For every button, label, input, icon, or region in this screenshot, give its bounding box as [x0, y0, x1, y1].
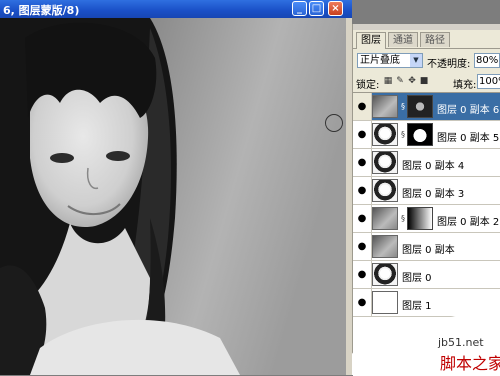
blend-row: 正片叠底 ▼ 不透明度: 80%: [353, 51, 500, 71]
blend-mode-select[interactable]: 正片叠底 ▼: [357, 53, 423, 68]
chevron-down-icon: ▼: [410, 54, 422, 67]
layer-name: 图层 0 副本 5: [437, 133, 500, 144]
watermark-url: jb51.net: [438, 336, 484, 349]
layer-thumbnail: [372, 123, 398, 146]
layer-mask-thumbnail[interactable]: [407, 123, 433, 146]
layer-name: 图层 0 副本 6: [437, 105, 500, 116]
layer-thumbnail: [372, 95, 398, 118]
layer-thumbnail: [372, 263, 398, 286]
eye-icon[interactable]: ●: [353, 177, 372, 204]
layer-row[interactable]: ● 图层 0: [353, 261, 500, 289]
fill-label: 填充:: [453, 80, 477, 91]
watermark-brand: 脚本之家: [440, 354, 500, 373]
eye-icon[interactable]: ●: [353, 233, 372, 260]
eye-icon[interactable]: ●: [353, 205, 372, 232]
layer-row[interactable]: ● 图层 0 副本 3: [353, 177, 500, 205]
link-icon[interactable]: §: [400, 101, 406, 112]
tab-layers[interactable]: 图层: [356, 32, 386, 49]
layer-thumbnail: [372, 179, 398, 202]
portrait-image: [0, 18, 346, 375]
layer-name: 图层 0 副本 3: [402, 189, 465, 200]
lock-all-icon[interactable]: ■: [419, 76, 429, 86]
brush-icon[interactable]: ✎: [395, 76, 405, 86]
layer-thumbnail: [372, 207, 398, 230]
layer-row[interactable]: ● 图层 0 副本 4: [353, 149, 500, 177]
document-title: 6, 图层蒙版/8): [3, 4, 80, 17]
layer-name: 图层 0 副本: [402, 245, 455, 256]
layer-name: 图层 0 副本 4: [402, 161, 465, 172]
lock-label: 锁定:: [356, 80, 380, 91]
document-titlebar[interactable]: 6, 图层蒙版/8) _ □ ×: [0, 0, 352, 18]
lock-row: 锁定: ▦ ✎ ✥ ■ 填充: 100%: [353, 72, 500, 92]
eye-icon[interactable]: ●: [353, 93, 372, 120]
panel-tabs: 图层 通道 路径: [353, 32, 500, 49]
layer-row[interactable]: ● 图层 0 副本: [353, 233, 500, 261]
opacity-input[interactable]: 80%: [474, 53, 500, 68]
layer-mask-thumbnail[interactable]: [407, 207, 433, 230]
layer-name: 图层 0: [402, 273, 432, 284]
link-icon[interactable]: §: [400, 129, 406, 140]
layer-row[interactable]: ● § 图层 0 副本 5: [353, 121, 500, 149]
tab-paths[interactable]: 路径: [420, 32, 450, 47]
panel-grip[interactable]: [353, 24, 500, 30]
layer-thumbnail: [372, 235, 398, 258]
layer-thumbnail: [372, 151, 398, 174]
layer-row[interactable]: ● § 图层 0 副本 6: [353, 93, 500, 121]
close-button[interactable]: ×: [328, 1, 343, 16]
document-window: 6, 图层蒙版/8) _ □ ×: [0, 0, 352, 375]
link-icon[interactable]: §: [400, 213, 406, 224]
eye-icon[interactable]: ●: [353, 261, 372, 288]
opacity-label: 不透明度:: [427, 59, 471, 70]
tab-channels[interactable]: 通道: [388, 32, 418, 47]
lock-transparent-icon[interactable]: ▦: [383, 76, 393, 86]
layer-name: 图层 0 副本 2: [437, 217, 500, 228]
move-icon[interactable]: ✥: [407, 76, 417, 86]
eye-icon[interactable]: ●: [353, 149, 372, 176]
layer-mask-thumbnail[interactable]: [407, 95, 433, 118]
minimize-button[interactable]: _: [292, 1, 307, 16]
layer-row[interactable]: ● § 图层 0 副本 2: [353, 205, 500, 233]
brush-cursor: [325, 114, 343, 132]
maximize-button[interactable]: □: [309, 1, 324, 16]
image-canvas[interactable]: [0, 18, 346, 375]
blend-mode-value: 正片叠底: [360, 55, 400, 66]
fill-input[interactable]: 100%: [477, 74, 500, 89]
eye-icon[interactable]: ●: [353, 121, 372, 148]
